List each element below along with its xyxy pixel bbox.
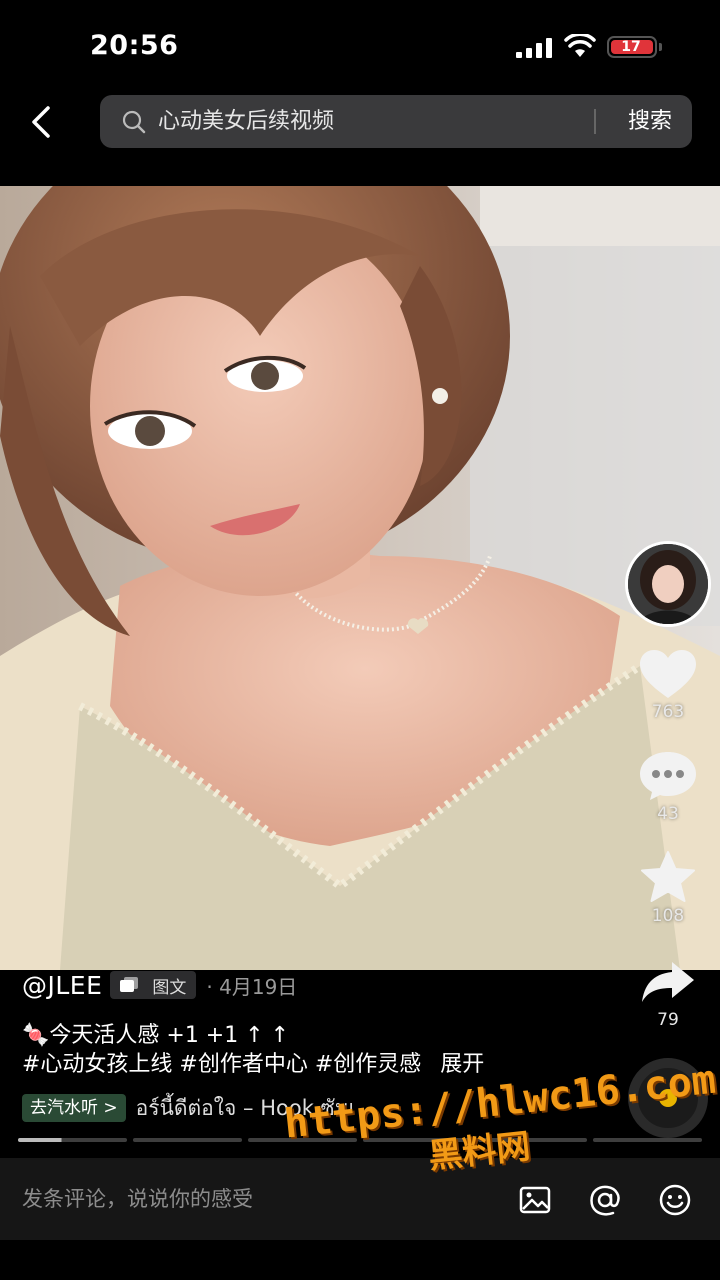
caption-hashtags: #心动女孩上线 #创作者中心 #创作灵感 展开 (22, 1046, 484, 1078)
post-date: · 4月19日 (206, 974, 298, 999)
search-icon (122, 110, 146, 134)
favorite-count: 108 (651, 906, 685, 926)
heart-icon (640, 650, 696, 698)
post-photo[interactable] (0, 186, 720, 970)
status-time: 20:56 (90, 30, 179, 61)
emoji-icon[interactable] (658, 1183, 692, 1217)
avatar-image (628, 544, 708, 624)
author-avatar[interactable] (625, 541, 711, 627)
comment-button[interactable]: 43 (630, 750, 706, 824)
author-name[interactable]: @JLEE (22, 971, 102, 1000)
like-button[interactable]: 763 (630, 648, 706, 722)
comment-input[interactable]: 发条评论，说说你的感受 (22, 1158, 253, 1240)
progress-segment (18, 1138, 127, 1142)
post-type-label: 图文 (152, 977, 187, 998)
comment-bubble-icon (640, 752, 696, 800)
wifi-icon (564, 34, 596, 57)
image-text-icon (120, 977, 139, 992)
back-chevron-icon[interactable] (22, 102, 62, 142)
status-bar: 20:56 17 (0, 0, 720, 90)
search-query[interactable]: 心动美女后续视频 (158, 95, 334, 148)
search-button[interactable]: 搜索 (608, 95, 692, 148)
like-count: 763 (651, 702, 685, 722)
progress-segment (133, 1138, 242, 1142)
share-arrow-icon (642, 962, 694, 1002)
image-picker-icon[interactable] (518, 1183, 552, 1217)
caption-text: 🍬今天活人感 +1 +1 ↑ ↑ (22, 1023, 290, 1048)
post-type-badge: 图文 (110, 971, 197, 999)
battery-level: 17 (621, 39, 641, 55)
star-icon (641, 851, 695, 902)
cellular-signal-icon (516, 38, 552, 58)
hashtag-list[interactable]: #心动女孩上线 #创作者中心 #创作灵感 (22, 1052, 421, 1077)
at-mention-icon[interactable] (588, 1183, 622, 1217)
search-divider (594, 109, 596, 134)
share-button[interactable]: 79 (630, 958, 706, 1030)
share-count: 79 (657, 1010, 679, 1030)
battery-indicator: 17 (607, 36, 657, 58)
comment-count: 43 (657, 804, 679, 824)
listen-in-app-chip[interactable]: 去汽水听 > (22, 1094, 126, 1122)
favorite-button[interactable]: 108 (630, 850, 706, 926)
search-bar[interactable]: 心动美女后续视频 搜索 (100, 95, 692, 148)
photo-illustration (0, 186, 720, 970)
expand-link[interactable]: 展开 (440, 1052, 484, 1077)
author-row: @JLEE 图文 · 4月19日 (22, 968, 297, 1002)
